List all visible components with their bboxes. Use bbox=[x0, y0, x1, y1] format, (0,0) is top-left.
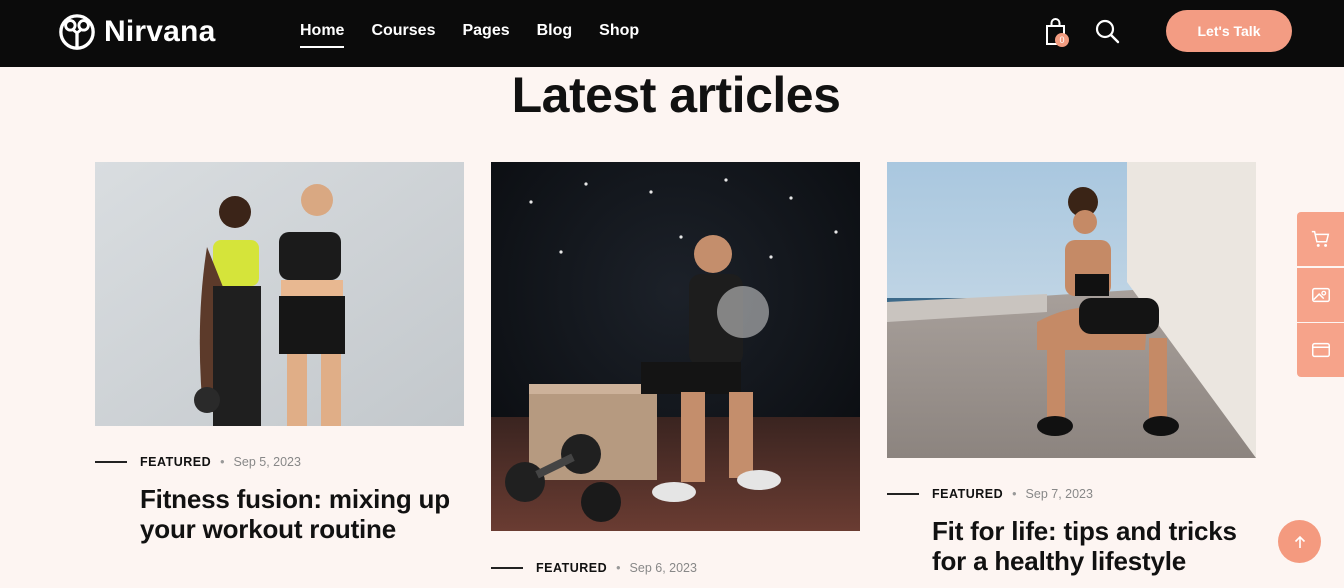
article-image-1[interactable] bbox=[95, 162, 464, 426]
side-tab-gallery[interactable] bbox=[1297, 268, 1344, 322]
article-date: Sep 5, 2023 bbox=[233, 455, 301, 469]
article-meta-3: FEATURED • Sep 7, 2023 bbox=[887, 487, 1093, 501]
article-image-3[interactable] bbox=[887, 162, 1256, 458]
meta-divider bbox=[887, 493, 919, 495]
meta-separator: • bbox=[616, 561, 621, 575]
article-meta-1: FEATURED • Sep 5, 2023 bbox=[95, 455, 301, 469]
logo-icon bbox=[59, 14, 95, 50]
brand-name: Nirvana bbox=[104, 15, 216, 48]
cart-icon bbox=[1311, 230, 1329, 247]
section-title: Latest articles bbox=[511, 67, 841, 123]
side-tab-cart[interactable] bbox=[1297, 212, 1344, 266]
brand-logo[interactable]: Nirvana bbox=[58, 12, 215, 52]
article-tag[interactable]: FEATURED bbox=[932, 487, 1003, 501]
nav-item-courses[interactable]: Courses bbox=[371, 20, 435, 48]
nav-item-shop[interactable]: Shop bbox=[599, 20, 639, 48]
article-date: Sep 6, 2023 bbox=[629, 561, 697, 575]
site-header: Nirvana Home Courses Pages Blog Shop 0 L… bbox=[0, 0, 1344, 67]
main-nav: Home Courses Pages Blog Shop bbox=[300, 20, 639, 48]
meta-divider bbox=[95, 461, 127, 463]
nav-item-pages[interactable]: Pages bbox=[462, 20, 509, 48]
article-title-line: for a healthy lifestyle bbox=[932, 546, 1187, 576]
meta-separator: • bbox=[220, 455, 225, 469]
search-icon[interactable] bbox=[1094, 18, 1120, 44]
image-icon bbox=[1311, 287, 1330, 303]
back-to-top-button[interactable] bbox=[1278, 520, 1321, 563]
article-title-line: Fitness fusion: mixing up bbox=[140, 484, 450, 514]
nav-item-blog[interactable]: Blog bbox=[537, 20, 573, 48]
article-title-line: Fit for life: tips and tricks bbox=[932, 516, 1237, 546]
article-title-3[interactable]: Fit for life: tips and tricks for a heal… bbox=[932, 516, 1237, 576]
lets-talk-button[interactable]: Let's Talk bbox=[1166, 10, 1292, 52]
side-tab-browser[interactable] bbox=[1297, 323, 1344, 377]
arrow-up-icon bbox=[1294, 535, 1305, 548]
browser-window-icon bbox=[1311, 342, 1330, 358]
article-meta-2: FEATURED • Sep 6, 2023 bbox=[491, 561, 697, 575]
article-image-2[interactable] bbox=[491, 162, 860, 531]
nav-item-home[interactable]: Home bbox=[300, 20, 345, 48]
article-title-line: your workout routine bbox=[140, 514, 397, 544]
article-date: Sep 7, 2023 bbox=[1025, 487, 1093, 501]
article-tag[interactable]: FEATURED bbox=[140, 455, 211, 469]
cart-count-badge: 0 bbox=[1055, 33, 1069, 47]
article-tag[interactable]: FEATURED bbox=[536, 561, 607, 575]
meta-separator: • bbox=[1012, 487, 1017, 501]
article-title-1[interactable]: Fitness fusion: mixing up your workout r… bbox=[140, 484, 450, 544]
meta-divider bbox=[491, 567, 523, 569]
